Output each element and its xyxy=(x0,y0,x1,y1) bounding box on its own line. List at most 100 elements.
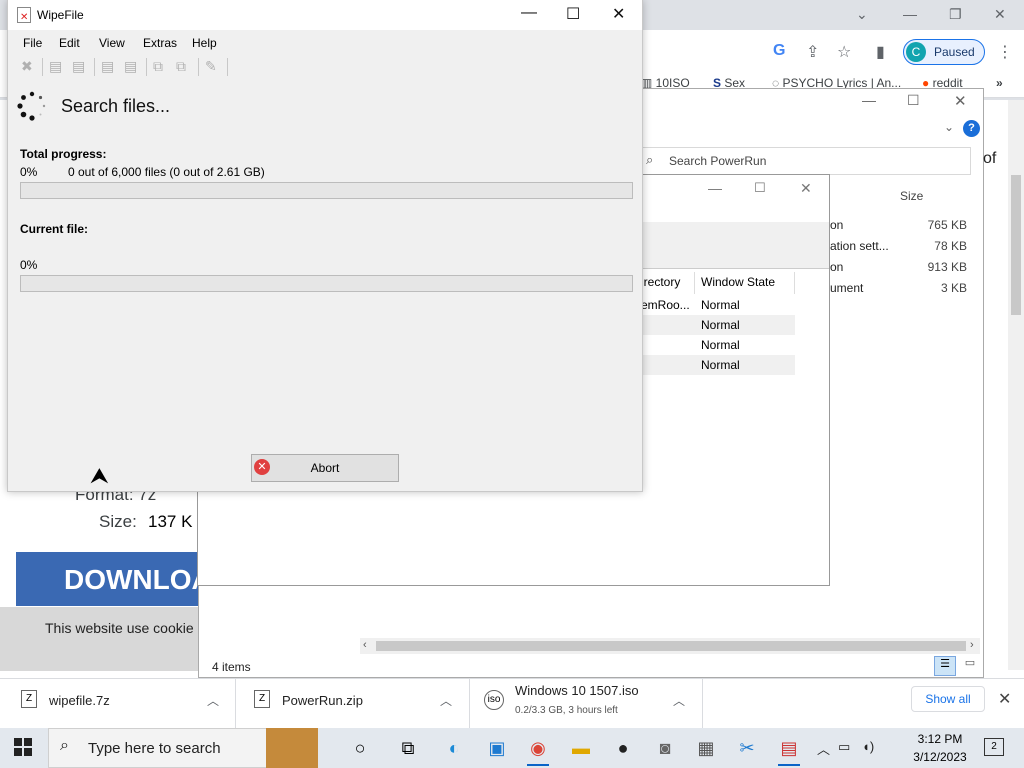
tab-search-icon[interactable]: ⌄ xyxy=(856,6,868,23)
cookie-banner xyxy=(0,607,200,671)
toolbar-separator xyxy=(146,58,147,76)
share-icon[interactable]: ⇪ xyxy=(806,42,819,62)
column-divider xyxy=(794,272,795,294)
abort-label: Abort xyxy=(310,461,340,475)
row-directory: emRoo... xyxy=(641,298,690,312)
ribbon-expand-icon[interactable]: ⌄ xyxy=(944,120,954,134)
wipefile-titlebar[interactable] xyxy=(8,0,642,30)
taskbar-search-placeholder: Type here to search xyxy=(88,740,221,757)
camera-icon[interactable]: ◙ xyxy=(652,735,678,761)
browser-menu-icon[interactable]: ⋮ xyxy=(997,42,1013,62)
table-row[interactable]: Normal xyxy=(641,355,795,375)
paused-label: Paused xyxy=(934,45,975,59)
task-view-icon[interactable]: ⧉ xyxy=(395,735,421,761)
search-icon: ⌕ xyxy=(646,152,654,167)
obs-icon[interactable]: ● xyxy=(610,735,636,761)
menu-file[interactable]: File xyxy=(23,36,42,50)
add-folder-icon[interactable]: ▤ xyxy=(72,58,85,75)
total-progress-count: 0 out of 6,000 files (0 out of 2.61 GB) xyxy=(68,165,265,179)
wipe-icon[interactable]: ✖ xyxy=(21,58,33,75)
wipefile-taskbar-icon[interactable]: ▤ xyxy=(776,735,802,766)
cortana-icon[interactable]: ○ xyxy=(347,735,373,761)
size-column-header[interactable]: Size xyxy=(900,189,923,203)
file-type: ument xyxy=(830,281,864,295)
table-row[interactable]: Normal xyxy=(641,335,795,355)
show-all-button[interactable]: Show all xyxy=(911,686,985,712)
close-icon[interactable]: ✕ xyxy=(612,4,625,24)
search-highlight-image xyxy=(266,728,318,768)
menu-view[interactable]: View xyxy=(99,36,125,50)
table-row[interactable]: Normal xyxy=(641,315,795,335)
notification-center-icon[interactable]: 2 xyxy=(984,738,1004,756)
powerrun-maximize-icon[interactable]: ☐ xyxy=(754,180,766,196)
snipping-tool-icon[interactable]: ✂ xyxy=(734,735,760,761)
horizontal-scroll-thumb[interactable] xyxy=(376,641,966,651)
chevron-up-icon[interactable]: ︿ xyxy=(440,692,452,709)
column-directory[interactable]: irectory xyxy=(641,275,680,289)
menu-edit[interactable]: Edit xyxy=(59,36,80,50)
download-status: 0.2/3.3 GB, 3 hours left xyxy=(515,705,618,716)
explorer-maximize-icon[interactable]: ☐ xyxy=(907,92,920,109)
edit-icon[interactable]: ✎ xyxy=(205,58,217,75)
network-icon[interactable]: ▭ xyxy=(838,739,850,755)
google-icon[interactable]: G xyxy=(773,42,785,60)
menu-extras[interactable]: Extras xyxy=(143,36,177,50)
explorer-close-icon[interactable]: ✕ xyxy=(954,92,967,110)
current-file-percent: 0% xyxy=(20,258,38,272)
column-divider xyxy=(694,272,695,294)
file-explorer-icon[interactable]: ▬ xyxy=(568,735,594,761)
clock-date[interactable]: 3/12/2023 xyxy=(905,750,975,764)
table-row[interactable]: emRoo... Normal xyxy=(641,295,795,315)
window-title: WipeFile xyxy=(37,8,84,22)
total-progress-percent: 0% xyxy=(20,165,38,179)
help-icon[interactable]: ? xyxy=(963,120,980,137)
loading-spinner-icon xyxy=(17,91,46,121)
row-window-state: Normal xyxy=(701,298,740,312)
scroll-right-icon[interactable]: › xyxy=(970,639,974,651)
chevron-up-icon[interactable]: ︿ xyxy=(673,692,685,709)
file-size: 913 KB xyxy=(927,260,967,274)
side-panel-icon[interactable]: ▮ xyxy=(876,42,885,62)
bookmark-star-icon[interactable]: ☆ xyxy=(837,42,851,62)
archive-icon: Z xyxy=(21,690,37,708)
maximize-icon[interactable]: ☐ xyxy=(566,4,580,24)
scroll-left-icon[interactable]: ‹ xyxy=(363,639,367,651)
chevron-up-icon[interactable]: ︿ xyxy=(207,692,219,709)
file-type: on xyxy=(830,218,844,232)
details-view-icon[interactable]: ☰ xyxy=(934,656,956,676)
bookmarks-more-icon[interactable]: » xyxy=(996,76,1003,90)
browser-minimize-icon[interactable]: — xyxy=(903,6,917,22)
remove-all-icon[interactable]: ▤ xyxy=(124,58,137,75)
search-icon: ⌕ xyxy=(60,737,69,754)
photos-app-icon[interactable]: ▣ xyxy=(484,735,510,761)
powerrun-minimize-icon[interactable]: — xyxy=(708,180,722,196)
download-button[interactable]: DOWNLOA xyxy=(16,552,206,606)
powerrun-close-icon[interactable]: ✕ xyxy=(800,180,812,197)
menu-help[interactable]: Help xyxy=(192,36,217,50)
column-window-state[interactable]: Window State xyxy=(701,275,775,289)
profile-avatar: C xyxy=(906,42,926,62)
browser-close-icon[interactable]: ✕ xyxy=(994,6,1006,23)
toolbar-separator xyxy=(198,58,199,76)
browser-restore-icon[interactable]: ❐ xyxy=(949,6,962,23)
calculator-icon[interactable]: ▦ xyxy=(693,735,719,761)
large-icons-view-icon[interactable]: ▭ xyxy=(960,656,980,676)
move-down-icon[interactable]: ⧉ xyxy=(176,58,186,75)
powerrun-toolbar xyxy=(642,222,829,268)
add-file-icon[interactable]: ▤ xyxy=(49,58,62,75)
close-shelf-icon[interactable]: ✕ xyxy=(998,689,1011,709)
edge-icon[interactable]: ◐ xyxy=(441,735,467,761)
remove-file-icon[interactable]: ▤ xyxy=(101,58,114,75)
item-count: 4 items xyxy=(212,660,251,674)
minimize-icon[interactable]: — xyxy=(521,4,537,22)
row-window-state: Normal xyxy=(701,338,740,352)
chrome-icon[interactable]: ◉ xyxy=(525,735,551,766)
vertical-scroll-thumb[interactable] xyxy=(1011,175,1021,315)
explorer-minimize-icon[interactable]: — xyxy=(862,92,876,108)
volume-icon[interactable]: ◖) xyxy=(862,739,874,754)
tray-overflow-icon[interactable]: ︿ xyxy=(817,739,830,758)
clock-time[interactable]: 3:12 PM xyxy=(905,732,975,746)
file-type: on xyxy=(830,260,844,274)
move-up-icon[interactable]: ⧉ xyxy=(153,58,163,75)
windows-start-icon[interactable] xyxy=(14,738,32,756)
